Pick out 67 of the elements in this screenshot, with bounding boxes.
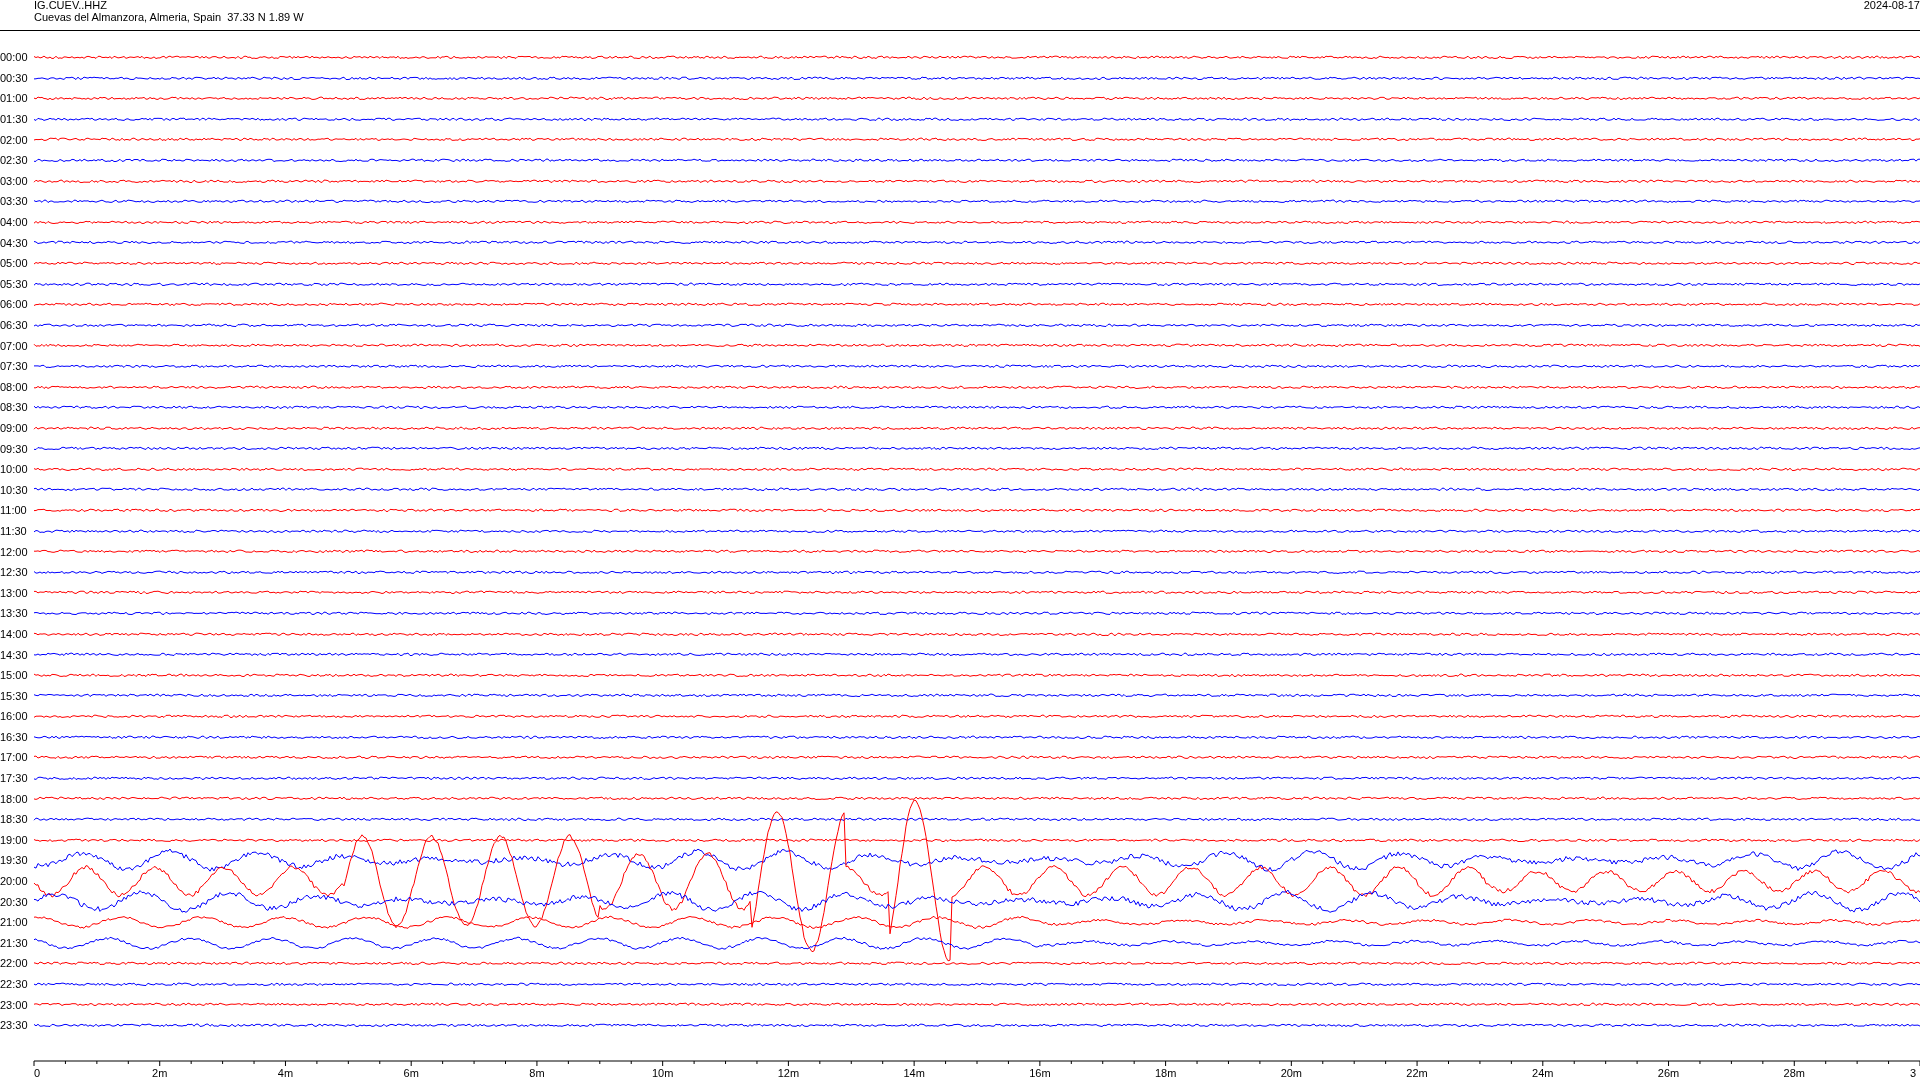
time-label: 18:30 bbox=[0, 813, 29, 826]
time-label: 15:30 bbox=[0, 689, 29, 702]
time-label: 22:30 bbox=[0, 978, 29, 990]
time-label: 11:30 bbox=[0, 524, 28, 537]
time-label: 22:00 bbox=[0, 957, 29, 970]
axis-label: 6m bbox=[403, 1066, 419, 1079]
plot-date: 2024-08-17 bbox=[1863, 0, 1920, 13]
time-label: 04:00 bbox=[0, 216, 29, 229]
axis-label: 2m bbox=[152, 1066, 168, 1079]
time-label: 11:00 bbox=[0, 504, 28, 517]
time-label: 20:00 bbox=[0, 875, 29, 888]
time-label: 18:00 bbox=[0, 792, 29, 805]
axis-label: 22m bbox=[1406, 1066, 1428, 1079]
time-label: 07:00 bbox=[0, 339, 29, 352]
axis-label: 10m bbox=[651, 1066, 674, 1079]
station-location: Cuevas del Almanzora, Almeria, Spain 37.33 N 1.89 W bbox=[34, 11, 304, 23]
axis-label: 26m bbox=[1657, 1066, 1680, 1079]
time-label: 19:00 bbox=[0, 833, 29, 846]
axis-label: 8m bbox=[529, 1066, 545, 1079]
time-label: 09:00 bbox=[0, 422, 29, 434]
axis-label: 14m bbox=[903, 1066, 925, 1079]
time-label: 03:00 bbox=[0, 174, 29, 187]
time-label: 21:30 bbox=[0, 936, 29, 949]
time-label: 17:00 bbox=[0, 751, 29, 764]
time-label: 01:00 bbox=[0, 92, 29, 105]
axis-label: 12m bbox=[777, 1066, 800, 1079]
axis-label: 4m bbox=[277, 1066, 294, 1079]
axis-label: 18m bbox=[1154, 1066, 1177, 1079]
time-label: 15:00 bbox=[0, 669, 29, 682]
time-label: 05:30 bbox=[0, 277, 29, 290]
time-label: 23:30 bbox=[0, 1019, 29, 1032]
time-label: 20:30 bbox=[0, 895, 29, 908]
time-label: 06:30 bbox=[0, 319, 29, 331]
time-label: 00:30 bbox=[0, 71, 29, 84]
axis-label: 0 bbox=[34, 1066, 41, 1079]
time-label: 03:30 bbox=[0, 195, 29, 208]
time-label: 13:00 bbox=[0, 586, 29, 599]
axis-label: 24m bbox=[1532, 1066, 1554, 1079]
time-label: 06:00 bbox=[0, 298, 29, 311]
time-label: 09:30 bbox=[0, 442, 29, 455]
axis-label: 20m bbox=[1280, 1066, 1303, 1079]
time-label: 14:00 bbox=[0, 627, 29, 640]
time-label: 07:30 bbox=[0, 360, 29, 373]
time-label: 10:00 bbox=[0, 463, 29, 476]
axis-label: 28m bbox=[1783, 1066, 1805, 1079]
time-label: 12:00 bbox=[0, 545, 29, 558]
time-label: 02:00 bbox=[0, 133, 29, 146]
time-label: 04:30 bbox=[0, 236, 29, 249]
time-label: 16:30 bbox=[0, 730, 29, 743]
time-label: 21:00 bbox=[0, 916, 29, 929]
time-label: 01:30 bbox=[0, 113, 29, 126]
time-label: 08:30 bbox=[0, 401, 29, 414]
time-label: 23:00 bbox=[0, 998, 29, 1011]
time-label: 13:30 bbox=[0, 607, 29, 620]
time-label: 19:30 bbox=[0, 854, 29, 867]
time-label: 00:00 bbox=[0, 51, 29, 64]
time-label: 12:30 bbox=[0, 566, 29, 579]
axis-label: 3 bbox=[1909, 1066, 1916, 1079]
time-label: 10:30 bbox=[0, 483, 29, 496]
time-label: 14:30 bbox=[0, 648, 29, 661]
time-label: 05:00 bbox=[0, 257, 29, 270]
time-label: 17:30 bbox=[0, 772, 29, 785]
time-label: 02:30 bbox=[0, 154, 29, 167]
station-code: IG.CUEV..HHZ bbox=[34, 0, 108, 11]
time-label: 08:00 bbox=[0, 380, 29, 393]
time-label: 16:00 bbox=[0, 710, 29, 723]
axis-label: 16m bbox=[1029, 1066, 1051, 1079]
